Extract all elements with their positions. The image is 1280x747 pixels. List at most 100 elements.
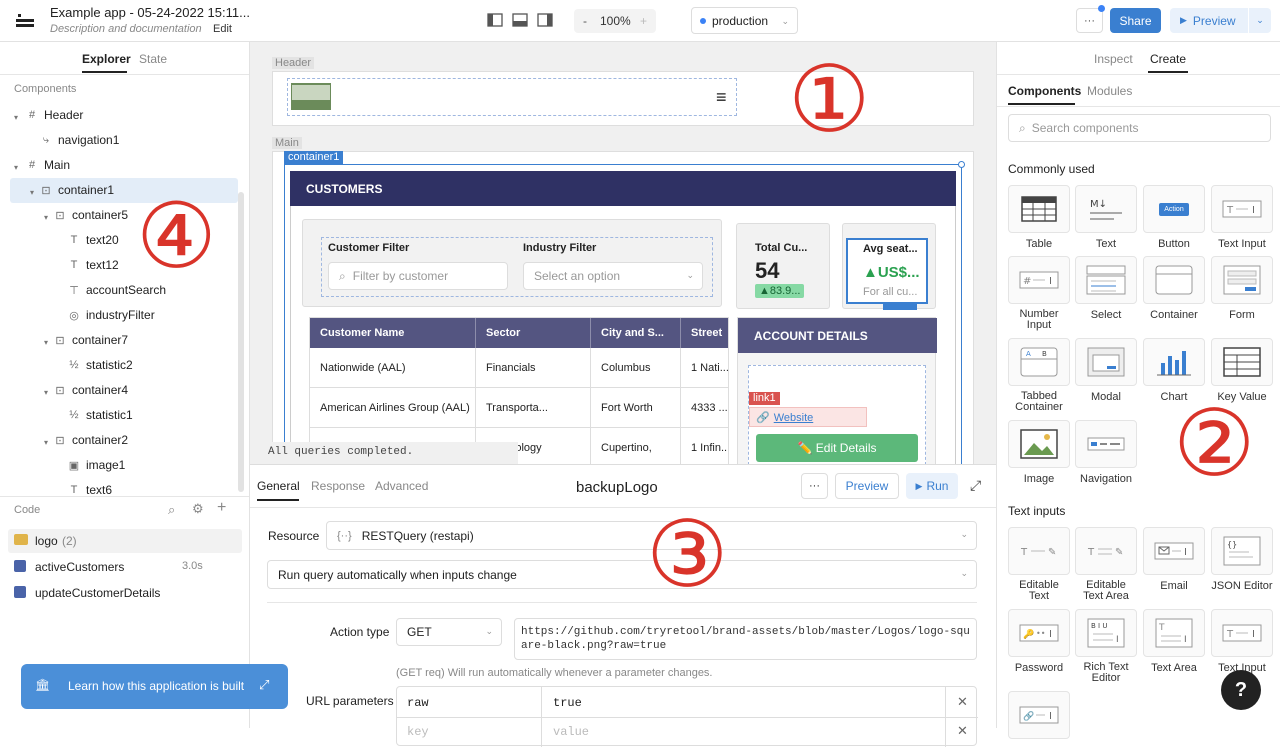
more-options-button[interactable]: ··· (1076, 8, 1103, 33)
edit-description-link[interactable]: Edit (213, 23, 232, 35)
app-title[interactable]: Example app - 05-24-2022 15:11... (50, 5, 250, 20)
layout-bottom-panel-icon[interactable] (512, 13, 528, 30)
layout-right-panel-icon[interactable] (537, 13, 553, 30)
component-number-input[interactable]: # I Number Input (1008, 256, 1070, 331)
component-editable-text-area[interactable]: T ✎ Editable Text Area (1075, 527, 1137, 602)
edit-details-button[interactable]: ✏️ Edit Details (756, 434, 918, 462)
component-image[interactable]: Image (1008, 420, 1070, 485)
hamburger-menu-icon[interactable]: ≡ (716, 87, 727, 108)
query-row-updatecustomerdetails[interactable]: updateCustomerDetails (8, 581, 242, 603)
tree-item-container2[interactable]: ⊡ container2 (54, 429, 128, 451)
param-key-input[interactable]: raw (407, 696, 429, 710)
component-container[interactable]: Container (1143, 256, 1205, 321)
chevron-down-icon[interactable]: ▾ (14, 163, 18, 172)
zoom-out-button[interactable]: - (583, 14, 587, 28)
resize-handle[interactable] (958, 161, 965, 168)
component-form[interactable]: Form (1211, 256, 1273, 321)
tree-item-text20[interactable]: Ttext20 (68, 229, 119, 251)
navigation-component[interactable]: ≡ (287, 78, 737, 116)
tree-item-text6[interactable]: Ttext6 (68, 479, 112, 501)
website-link[interactable]: 🔗 Website (749, 407, 867, 427)
component-tabbed-container[interactable]: AB Tabbed Container (1008, 338, 1070, 413)
tree-item-image1[interactable]: ▣ image1 (68, 454, 126, 476)
chevron-down-icon[interactable]: ▾ (44, 213, 48, 222)
tab-explorer[interactable]: Explorer (82, 52, 131, 66)
industry-select[interactable]: Select an option ⌄ (523, 262, 703, 290)
tree-item-statistic2[interactable]: ½ statistic2 (68, 354, 132, 376)
tree-item-container7[interactable]: ⊡ container7 (54, 329, 128, 351)
chevron-down-icon[interactable]: ▾ (30, 188, 34, 197)
customer-search-input[interactable]: ⌕ Filter by customer (328, 262, 508, 290)
chevron-down-icon[interactable]: ▾ (14, 113, 18, 122)
tree-item-statistic1[interactable]: ½ statistic1 (68, 404, 132, 426)
subtab-modules[interactable]: Modules (1087, 84, 1132, 98)
component-text[interactable]: M↓ Text (1075, 185, 1137, 250)
share-button[interactable]: Share (1110, 8, 1161, 33)
tab-advanced[interactable]: Advanced (375, 479, 428, 493)
tab-create[interactable]: Create (1150, 52, 1186, 66)
param-value-input[interactable]: true (553, 696, 582, 710)
tree-item-main[interactable]: # Main (26, 154, 70, 176)
tab-inspect[interactable]: Inspect (1094, 52, 1133, 66)
component-table[interactable]: Table (1008, 185, 1070, 250)
query-row-activecustomers[interactable]: activeCustomers 3.0s (8, 555, 242, 577)
component-navigation[interactable]: Navigation (1075, 420, 1137, 485)
tree-item-container4[interactable]: ⊡ container4 (54, 379, 128, 401)
chevron-down-icon[interactable]: ▾ (44, 338, 48, 347)
component-search-input[interactable]: ⌕ Search components (1008, 114, 1271, 142)
tree-item-text12[interactable]: Ttext12 (68, 254, 119, 276)
query-more-button[interactable]: ··· (801, 473, 828, 499)
component-rich-text-editor[interactable]: B I U I Rich Text Editor (1075, 609, 1137, 684)
query-name-title[interactable]: backupLogo (576, 479, 658, 496)
search-icon[interactable]: ⌕ (168, 502, 175, 518)
component-email[interactable]: I Email (1143, 527, 1205, 592)
layout-left-panel-icon[interactable] (487, 13, 503, 30)
query-preview-button[interactable]: Preview (835, 473, 899, 499)
help-button[interactable]: ? (1221, 670, 1261, 710)
app-menu-icon[interactable] (14, 12, 36, 30)
delete-param-icon[interactable]: ✕ (957, 723, 968, 739)
add-icon[interactable]: + (217, 499, 226, 517)
environment-select[interactable]: production ⌄ (691, 7, 798, 34)
tree-item-container5[interactable]: ⊡ container5 (54, 204, 128, 226)
component-url-input[interactable]: 🔗 I (1008, 691, 1070, 744)
tree-item-industryfilter[interactable]: ◎ industryFilter (68, 304, 155, 326)
component-json-editor[interactable]: {} JSON Editor (1211, 527, 1273, 592)
component-text-input[interactable]: TI Text Input (1211, 185, 1273, 250)
tree-item-navigation1[interactable]: ⤷ navigation1 (40, 129, 119, 151)
column-header[interactable]: Sector (476, 318, 591, 348)
expand-icon[interactable]: ⤢ (259, 677, 269, 693)
link-tag[interactable]: link1 (749, 392, 780, 405)
param-value-input[interactable]: value (553, 725, 589, 739)
preview-button[interactable]: ▶ Preview (1170, 8, 1248, 33)
tab-response[interactable]: Response (311, 479, 365, 493)
component-button[interactable]: Action Button (1143, 185, 1205, 250)
tree-item-container1[interactable]: ⊡ container1 (40, 179, 114, 201)
column-header[interactable]: City and S... (591, 318, 681, 348)
column-header[interactable]: Customer Name (310, 318, 476, 348)
zoom-in-button[interactable]: + (640, 14, 647, 28)
component-editable-text[interactable]: T ✎ Editable Text (1008, 527, 1070, 602)
run-button[interactable]: ▶ Run (906, 473, 958, 499)
method-select[interactable]: GET ⌄ (396, 618, 502, 646)
filter-icon[interactable]: ⚙ (192, 501, 204, 517)
chevron-down-icon[interactable]: ▾ (44, 438, 48, 447)
tree-item-header[interactable]: # Header (26, 104, 83, 126)
query-row-logo[interactable]: logo (2) (8, 529, 242, 553)
container-tag[interactable]: container1 (284, 151, 344, 164)
component-modal[interactable]: Modal (1075, 338, 1137, 403)
tab-state[interactable]: State (139, 52, 167, 66)
expand-icon[interactable]: ⤢ (970, 477, 981, 494)
scrollbar[interactable] (238, 192, 244, 492)
delete-param-icon[interactable]: ✕ (957, 694, 968, 710)
chevron-down-icon[interactable]: ▾ (44, 388, 48, 397)
subtab-components[interactable]: Components (1008, 84, 1081, 98)
component-text-area[interactable]: TI Text Area (1143, 609, 1205, 674)
url-input[interactable]: https://github.com/tryretool/brand-asset… (514, 618, 977, 660)
tab-general[interactable]: General (257, 479, 300, 493)
component-text-input-2[interactable]: TI Text Input (1211, 609, 1273, 674)
component-select[interactable]: Select (1075, 256, 1137, 321)
learn-banner[interactable]: 🏛 Learn how this application is built ⤢ (21, 664, 288, 709)
preview-options-chevron-icon[interactable]: ⌄ (1249, 8, 1271, 33)
trigger-select[interactable]: Run query automatically when inputs chan… (267, 560, 977, 589)
